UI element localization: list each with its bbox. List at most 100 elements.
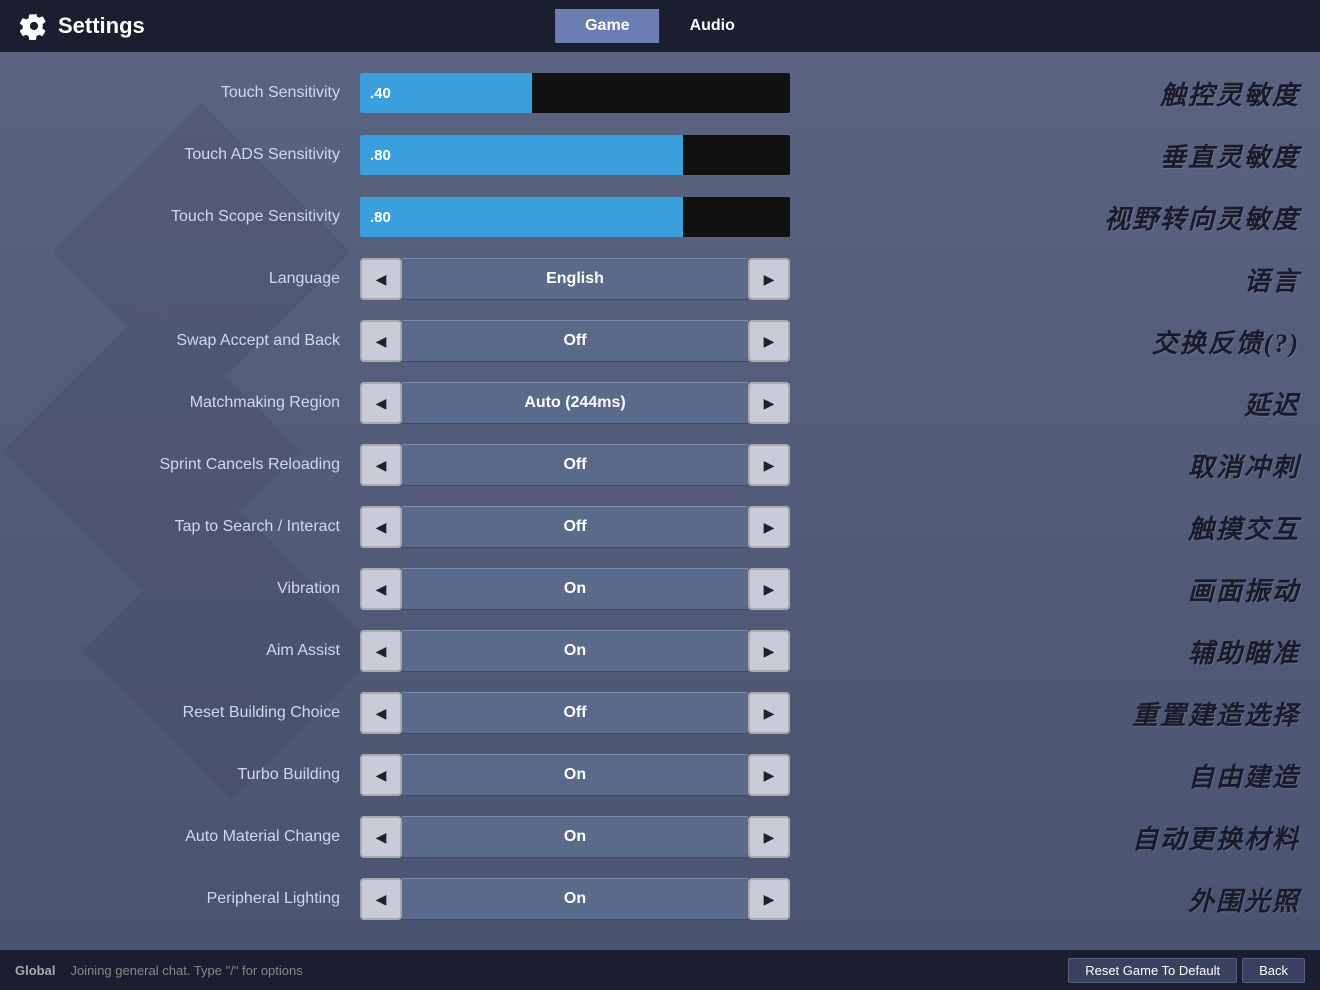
arrow-left-reset-building-choice[interactable]: ◀ bbox=[360, 692, 402, 734]
arrow-left-vibration[interactable]: ◀ bbox=[360, 568, 402, 610]
chat-text: Joining general chat. Type "/" for optio… bbox=[70, 963, 1053, 978]
toggle-controls-reset-building-choice: ◀ Off ▶ bbox=[360, 692, 790, 734]
main-content: Touch Sensitivity .40 触控灵敏度 Touch ADS Se… bbox=[0, 52, 1320, 950]
slider-value-touch-sensitivity: .40 bbox=[370, 85, 391, 102]
label-swap-accept-back: Swap Accept and Back bbox=[20, 332, 360, 350]
arrow-left-sprint-cancels-reloading[interactable]: ◀ bbox=[360, 444, 402, 486]
setting-row-peripheral-lighting: Peripheral Lighting ◀ On ▶ 外围光照 bbox=[0, 868, 1320, 930]
chinese-peripheral-lighting: 外围光照 bbox=[1188, 881, 1300, 918]
arrow-left-auto-material-change[interactable]: ◀ bbox=[360, 816, 402, 858]
chinese-tap-to-search: 触摸交互 bbox=[1188, 509, 1300, 546]
arrow-right-turbo-building[interactable]: ▶ bbox=[748, 754, 790, 796]
toggle-controls-turbo-building: ◀ On ▶ bbox=[360, 754, 790, 796]
slider-track-touch-ads-sensitivity[interactable]: .80 bbox=[360, 135, 790, 175]
arrow-right-language[interactable]: ▶ bbox=[748, 258, 790, 300]
setting-row-swap-accept-back: Swap Accept and Back ◀ Off ▶ 交换反馈(?) bbox=[0, 310, 1320, 372]
chinese-aim-assist: 辅助瞄准 bbox=[1188, 633, 1300, 670]
chinese-vibration: 画面振动 bbox=[1188, 571, 1300, 608]
chinese-reset-building-choice: 重置建造选择 bbox=[1132, 695, 1300, 732]
footer-buttons: Reset Game To Default Back bbox=[1068, 958, 1305, 983]
toggle-controls-auto-material-change: ◀ On ▶ bbox=[360, 816, 790, 858]
setting-row-reset-building-choice: Reset Building Choice ◀ Off ▶ 重置建造选择 bbox=[0, 682, 1320, 744]
slider-fill-touch-scope-sensitivity: .80 bbox=[360, 197, 683, 237]
back-button[interactable]: Back bbox=[1242, 958, 1305, 983]
toggle-controls-aim-assist: ◀ On ▶ bbox=[360, 630, 790, 672]
setting-row-sprint-cancels-reloading: Sprint Cancels Reloading ◀ Off ▶ 取消冲刺 bbox=[0, 434, 1320, 496]
chinese-language: 语言 bbox=[1244, 261, 1300, 298]
chinese-auto-material-change: 自动更换材料 bbox=[1132, 819, 1300, 856]
label-language: Language bbox=[20, 270, 360, 288]
arrow-right-auto-material-change[interactable]: ▶ bbox=[748, 816, 790, 858]
arrow-left-swap-accept-back[interactable]: ◀ bbox=[360, 320, 402, 362]
toggle-value-turbo-building: On bbox=[402, 754, 748, 796]
label-touch-scope-sensitivity: Touch Scope Sensitivity bbox=[20, 208, 360, 226]
toggle-value-reset-building-choice: Off bbox=[402, 692, 748, 734]
gear-icon bbox=[20, 12, 48, 40]
toggle-controls-language: ◀ English ▶ bbox=[360, 258, 790, 300]
label-auto-material-change: Auto Material Change bbox=[20, 828, 360, 846]
toggle-value-sprint-cancels-reloading: Off bbox=[402, 444, 748, 486]
label-matchmaking-region: Matchmaking Region bbox=[20, 394, 360, 412]
slider-value-touch-scope-sensitivity: .80 bbox=[370, 209, 391, 226]
arrow-left-tap-to-search[interactable]: ◀ bbox=[360, 506, 402, 548]
settings-container: Touch Sensitivity .40 触控灵敏度 Touch ADS Se… bbox=[0, 62, 1320, 930]
setting-row-matchmaking-region: Matchmaking Region ◀ Auto (244ms) ▶ 延迟 bbox=[0, 372, 1320, 434]
toggle-controls-tap-to-search: ◀ Off ▶ bbox=[360, 506, 790, 548]
toggle-value-aim-assist: On bbox=[402, 630, 748, 672]
chinese-matchmaking-region: 延迟 bbox=[1244, 385, 1300, 422]
setting-row-touch-scope-sensitivity: Touch Scope Sensitivity .80 视野转向灵敏度 bbox=[0, 186, 1320, 248]
label-vibration: Vibration bbox=[20, 580, 360, 598]
arrow-right-reset-building-choice[interactable]: ▶ bbox=[748, 692, 790, 734]
toggle-value-tap-to-search: Off bbox=[402, 506, 748, 548]
footer: Global Joining general chat. Type "/" fo… bbox=[0, 950, 1320, 990]
slider-track-touch-scope-sensitivity[interactable]: .80 bbox=[360, 197, 790, 237]
toggle-controls-matchmaking-region: ◀ Auto (244ms) ▶ bbox=[360, 382, 790, 424]
label-touch-sensitivity: Touch Sensitivity bbox=[20, 84, 360, 102]
header: Settings Game Audio bbox=[0, 0, 1320, 52]
toggle-value-matchmaking-region: Auto (244ms) bbox=[402, 382, 748, 424]
setting-row-aim-assist: Aim Assist ◀ On ▶ 辅助瞄准 bbox=[0, 620, 1320, 682]
chinese-swap-accept-back: 交换反馈(?) bbox=[1152, 323, 1300, 360]
setting-row-language: Language ◀ English ▶ 语言 bbox=[0, 248, 1320, 310]
arrow-left-aim-assist[interactable]: ◀ bbox=[360, 630, 402, 672]
toggle-value-swap-accept-back: Off bbox=[402, 320, 748, 362]
toggle-value-auto-material-change: On bbox=[402, 816, 748, 858]
chinese-touch-scope-sensitivity: 视野转向灵敏度 bbox=[1104, 199, 1300, 236]
label-aim-assist: Aim Assist bbox=[20, 642, 360, 660]
arrow-right-matchmaking-region[interactable]: ▶ bbox=[748, 382, 790, 424]
label-sprint-cancels-reloading: Sprint Cancels Reloading bbox=[20, 456, 360, 474]
toggle-value-language: English bbox=[402, 258, 748, 300]
slider-value-touch-ads-sensitivity: .80 bbox=[370, 147, 391, 164]
arrow-right-tap-to-search[interactable]: ▶ bbox=[748, 506, 790, 548]
slider-fill-touch-sensitivity: .40 bbox=[360, 73, 532, 113]
tab-audio[interactable]: Audio bbox=[660, 9, 765, 43]
arrow-left-turbo-building[interactable]: ◀ bbox=[360, 754, 402, 796]
arrow-right-aim-assist[interactable]: ▶ bbox=[748, 630, 790, 672]
setting-row-turbo-building: Turbo Building ◀ On ▶ 自由建造 bbox=[0, 744, 1320, 806]
arrow-right-swap-accept-back[interactable]: ▶ bbox=[748, 320, 790, 362]
tab-game[interactable]: Game bbox=[555, 9, 659, 43]
global-label: Global bbox=[15, 963, 55, 978]
toggle-value-vibration: On bbox=[402, 568, 748, 610]
arrow-right-peripheral-lighting[interactable]: ▶ bbox=[748, 878, 790, 920]
setting-row-touch-ads-sensitivity: Touch ADS Sensitivity .80 垂直灵敏度 bbox=[0, 124, 1320, 186]
label-reset-building-choice: Reset Building Choice bbox=[20, 704, 360, 722]
arrow-left-peripheral-lighting[interactable]: ◀ bbox=[360, 878, 402, 920]
arrow-right-vibration[interactable]: ▶ bbox=[748, 568, 790, 610]
setting-row-vibration: Vibration ◀ On ▶ 画面振动 bbox=[0, 558, 1320, 620]
arrow-right-sprint-cancels-reloading[interactable]: ▶ bbox=[748, 444, 790, 486]
chinese-sprint-cancels-reloading: 取消冲刺 bbox=[1188, 447, 1300, 484]
chinese-touch-sensitivity: 触控灵敏度 bbox=[1160, 75, 1300, 112]
chinese-touch-ads-sensitivity: 垂直灵敏度 bbox=[1160, 137, 1300, 174]
label-peripheral-lighting: Peripheral Lighting bbox=[20, 890, 360, 908]
arrow-left-matchmaking-region[interactable]: ◀ bbox=[360, 382, 402, 424]
header-tabs: Game Audio bbox=[555, 9, 765, 43]
reset-game-button[interactable]: Reset Game To Default bbox=[1068, 958, 1237, 983]
arrow-left-language[interactable]: ◀ bbox=[360, 258, 402, 300]
app-title: Settings bbox=[20, 12, 145, 40]
label-tap-to-search: Tap to Search / Interact bbox=[20, 518, 360, 536]
slider-track-touch-sensitivity[interactable]: .40 bbox=[360, 73, 790, 113]
toggle-controls-sprint-cancels-reloading: ◀ Off ▶ bbox=[360, 444, 790, 486]
chinese-turbo-building: 自由建造 bbox=[1188, 757, 1300, 794]
toggle-controls-swap-accept-back: ◀ Off ▶ bbox=[360, 320, 790, 362]
